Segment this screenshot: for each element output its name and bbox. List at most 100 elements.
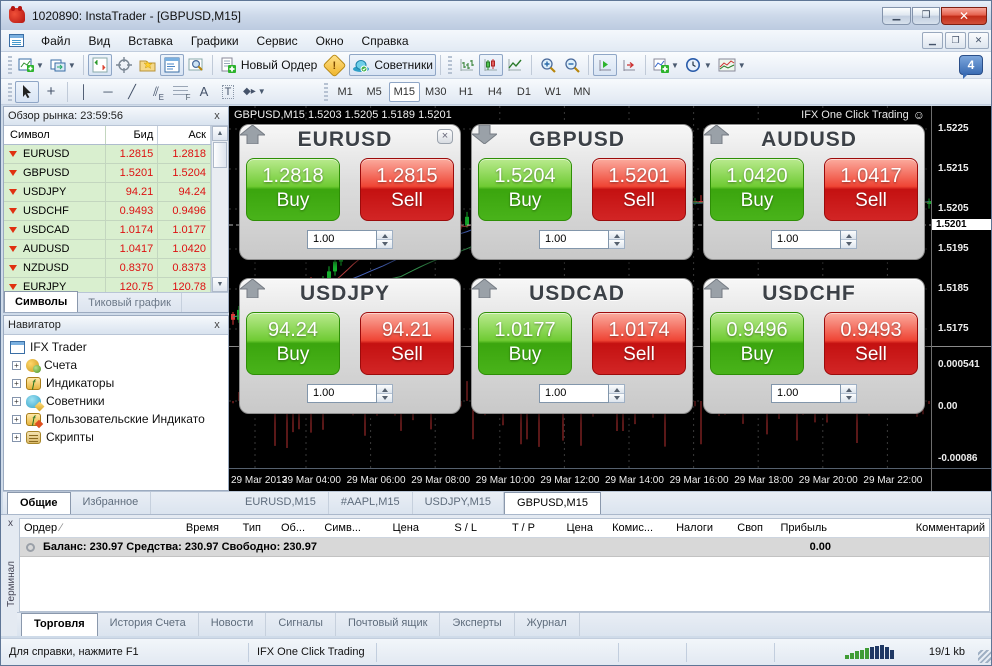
tab-Общие[interactable]: Общие (7, 492, 71, 514)
mdi-minimize-button[interactable]: ▁ (922, 32, 943, 49)
price-scale[interactable]: 1.5201 1.52251.52151.52051.51951.51851.5… (931, 106, 992, 491)
chart-tab-USDJPY,M15[interactable]: USDJPY,M15 (413, 492, 504, 514)
sell-button-GBPUSD[interactable]: 1.5201Sell (592, 158, 686, 221)
tree-item-Пользовательские Индикато[interactable]: +ƒПользовательские Индикато (4, 410, 228, 428)
menu-item-Сервис[interactable]: Сервис (248, 31, 307, 51)
crosshair-tool[interactable]: + (39, 81, 63, 103)
terminal-column-Налоги[interactable]: Налоги (657, 522, 717, 534)
scroll-down-icon[interactable]: ▼ (212, 277, 228, 292)
mdi-restore-button[interactable]: ❐ (945, 32, 966, 49)
tree-item-Счета[interactable]: +Счета (4, 356, 228, 374)
tester-button[interactable] (184, 54, 208, 76)
terminal-tab-Новости[interactable]: Новости (199, 613, 267, 636)
sell-button-AUDUSD[interactable]: 1.0417Sell (824, 158, 918, 221)
panel-close-icon[interactable]: × (437, 129, 453, 144)
spin-down-icon[interactable] (841, 239, 856, 248)
minimize-button[interactable]: ▁ (882, 7, 911, 25)
buy-button-USDCHF[interactable]: 0.9496Buy (710, 312, 804, 375)
terminal-tab-Почтовый ящик[interactable]: Почтовый ящик (336, 613, 440, 636)
chart-tab-#AAPL,M15[interactable]: #AAPL,M15 (329, 492, 413, 514)
favorites-button[interactable] (136, 54, 160, 76)
spin-down-icon[interactable] (841, 393, 856, 402)
buy-button-USDJPY[interactable]: 94.24Buy (246, 312, 340, 375)
spin-up-icon[interactable] (841, 385, 856, 393)
volume-stepper[interactable] (841, 230, 857, 249)
buy-button-EURUSD[interactable]: 1.2818Buy (246, 158, 340, 221)
channel-tool[interactable]: ⫽E (144, 81, 168, 103)
auto-scroll-button[interactable] (593, 54, 617, 76)
terminal-column-T / P[interactable]: T / P (481, 522, 539, 534)
terminal-tab-Торговля[interactable]: Торговля (21, 613, 98, 636)
menu-item-Вставка[interactable]: Вставка (119, 31, 182, 51)
quote-row-USDCHF[interactable]: USDCHF0.94930.9496 (4, 202, 211, 221)
volume-input[interactable]: 1.00 (771, 230, 841, 249)
terminal-tab-Журнал[interactable]: Журнал (515, 613, 580, 636)
volume-stepper[interactable] (609, 384, 625, 403)
tree-item-Советники[interactable]: +Советники (4, 392, 228, 410)
volume-input[interactable]: 1.00 (539, 230, 609, 249)
spin-up-icon[interactable] (377, 231, 392, 239)
profiles-button[interactable]: ▼ (47, 54, 79, 76)
close-icon[interactable]: x (4, 518, 17, 531)
volume-input[interactable]: 1.00 (307, 230, 377, 249)
periods-button[interactable]: ▼ (682, 54, 715, 76)
shapes-tool[interactable]: ◆▸▼ (240, 81, 269, 103)
buy-button-USDCAD[interactable]: 1.0177Buy (478, 312, 572, 375)
terminal-tab-Эксперты[interactable]: Эксперты (440, 613, 514, 636)
maximize-button[interactable]: ❐ (912, 7, 940, 25)
terminal-column-Симв...[interactable]: Симв... (309, 522, 365, 534)
quote-row-EURUSD[interactable]: EURUSD1.28151.2818 (4, 145, 211, 164)
terminal-column-Прибыль[interactable]: Прибыль (767, 522, 831, 534)
warning-icon[interactable]: ! (323, 53, 347, 77)
buy-button-AUDUSD[interactable]: 1.0420Buy (710, 158, 804, 221)
spin-down-icon[interactable] (377, 239, 392, 248)
toolbar-grip[interactable] (8, 83, 12, 101)
zoom-in-button[interactable] (536, 54, 560, 76)
navigator-toggle[interactable] (160, 54, 184, 76)
quote-row-GBPUSD[interactable]: GBPUSD1.52011.5204 (4, 164, 211, 183)
timeframe-M15[interactable]: M15 (389, 82, 420, 102)
volume-stepper[interactable] (609, 230, 625, 249)
close-button[interactable]: ✕ (941, 7, 987, 25)
toolbar-grip[interactable] (8, 56, 12, 74)
spin-down-icon[interactable] (609, 393, 624, 402)
market-watch-header[interactable]: Обзор рынка: 23:59:56 x (4, 107, 228, 126)
chart-shift-button[interactable] (617, 54, 641, 76)
quote-row-USDJPY[interactable]: USDJPY94.2194.24 (4, 183, 211, 202)
terminal-column-Цена[interactable]: Цена (365, 522, 423, 534)
quote-row-NZDUSD[interactable]: NZDUSD0.83700.8373 (4, 259, 211, 278)
volume-stepper[interactable] (377, 384, 393, 403)
resize-grip[interactable] (978, 650, 991, 663)
expand-icon[interactable]: + (12, 415, 21, 424)
tree-item-Скрипты[interactable]: +Скрипты (4, 428, 228, 446)
expand-icon[interactable]: + (12, 379, 21, 388)
timeframe-M5[interactable]: M5 (360, 82, 389, 102)
terminal-column-Тип[interactable]: Тип (223, 522, 265, 534)
templates-button[interactable]: ▼ (715, 54, 749, 76)
quote-row-USDCAD[interactable]: USDCAD1.01741.0177 (4, 221, 211, 240)
cursor-tool[interactable] (15, 81, 39, 103)
expand-icon[interactable]: + (12, 433, 21, 442)
zoom-out-button[interactable] (560, 54, 584, 76)
timeframe-M1[interactable]: M1 (331, 82, 360, 102)
terminal-column-Комис...[interactable]: Комис... (597, 522, 657, 534)
chart-area[interactable]: GBPUSD,M15 1.5203 1.5205 1.5189 1.5201 I… (229, 106, 931, 491)
buy-button-GBPUSD[interactable]: 1.5204Buy (478, 158, 572, 221)
candles-chart-button[interactable] (479, 54, 503, 76)
menu-item-Графики[interactable]: Графики (182, 31, 248, 51)
close-icon[interactable]: x (210, 319, 224, 331)
sell-button-EURUSD[interactable]: 1.2815Sell (360, 158, 454, 221)
tab-Избранное[interactable]: Избранное (71, 492, 152, 514)
menu-item-Справка[interactable]: Справка (353, 31, 418, 51)
market-watch-scrollbar[interactable]: ▲ ▼ (211, 126, 228, 292)
tree-item-Индикаторы[interactable]: +ƒИндикаторы (4, 374, 228, 392)
mdi-close-button[interactable]: ✕ (968, 32, 989, 49)
new-order-button[interactable]: Новый Ордер (217, 54, 320, 76)
tab-Тиковый график[interactable]: Тиковый график (78, 293, 182, 312)
trendline-tool[interactable]: ╱ (120, 81, 144, 103)
spin-up-icon[interactable] (609, 231, 624, 239)
market-watch-toggle[interactable] (88, 54, 112, 76)
quote-row-AUDUSD[interactable]: AUDUSD1.04171.0420 (4, 240, 211, 259)
timeframe-MN[interactable]: MN (567, 82, 596, 102)
volume-stepper[interactable] (841, 384, 857, 403)
